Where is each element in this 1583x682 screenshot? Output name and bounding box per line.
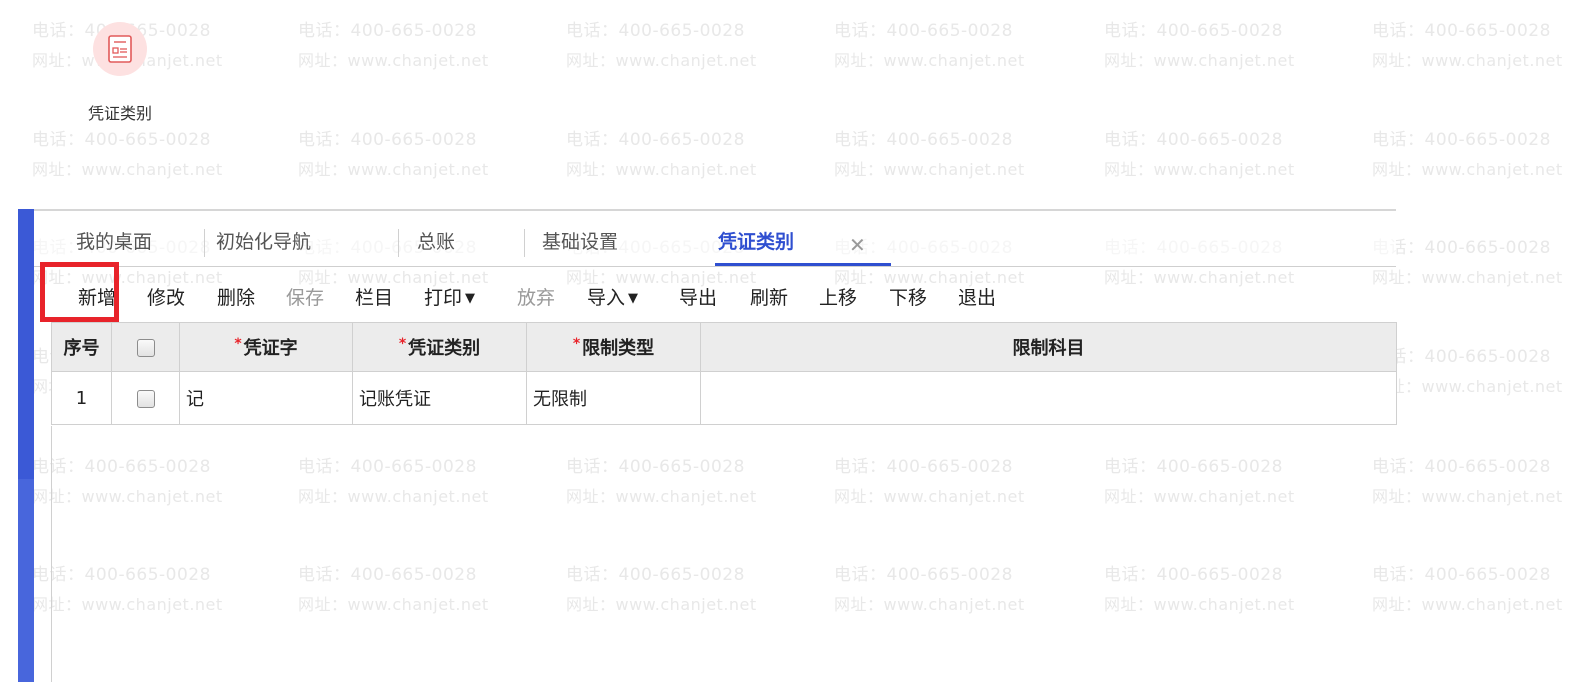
columns-button[interactable]: 栏目 [355, 266, 393, 328]
tab-basic-settings[interactable]: 基础设置 [542, 211, 618, 266]
watermark: 电话：400-665-0028网址：www.chanjet.net [1372, 238, 1563, 287]
watermark: 电话：400-665-0028网址：www.chanjet.net [834, 21, 1025, 70]
column-header-select [111, 322, 180, 372]
cell-select [111, 371, 180, 425]
toolbar: 新增 修改 删除 保存 栏目 打印 ▼ 放弃 导入 ▼ 导出 刷新 上移 下移 退出 [34, 266, 1396, 328]
watermark: 电话：400-665-0028网址：www.chanjet.net [1372, 457, 1563, 506]
app-window: 我的桌面 初始化导航 总账 基础设置 凭证类别 ✕ 新增 修改 删除 保存 栏目… [18, 209, 1397, 682]
watermark: 电话：400-665-0028网址：www.chanjet.net [566, 21, 757, 70]
chevron-down-icon: ▼ [465, 291, 476, 306]
cell-restrict-subject[interactable] [700, 371, 1397, 425]
refresh-button[interactable]: 刷新 [750, 266, 788, 328]
tab-bar: 我的桌面 初始化导航 总账 基础设置 凭证类别 ✕ [34, 211, 1396, 267]
tab-my-desktop[interactable]: 我的桌面 [76, 211, 152, 266]
select-all-checkbox[interactable] [136, 338, 155, 357]
export-button[interactable]: 导出 [679, 266, 717, 328]
import-button[interactable]: 导入 ▼ [587, 266, 638, 328]
watermark: 电话：400-665-0028网址：www.chanjet.net [1372, 130, 1563, 179]
cell-seq: 1 [51, 371, 112, 425]
edit-button[interactable]: 修改 [147, 266, 185, 328]
chevron-down-icon: ▼ [628, 291, 639, 306]
column-header-seq: 序号 [51, 322, 112, 372]
watermark: 电话：400-665-0028网址：www.chanjet.net [1372, 21, 1563, 70]
tab-divider [204, 229, 205, 257]
tab-init-navigation[interactable]: 初始化导航 [216, 211, 311, 266]
column-header-restrict-type[interactable]: * 限制类型 [526, 322, 701, 372]
watermark: 电话：400-665-0028网址：www.chanjet.net [1372, 565, 1563, 614]
watermark: 电话：400-665-0028网址：www.chanjet.net [1104, 21, 1295, 70]
table-row[interactable]: 1 记 记账凭证 无限制 [51, 371, 1397, 425]
delete-button[interactable]: 删除 [217, 266, 255, 328]
print-button[interactable]: 打印 ▼ [424, 266, 475, 328]
desktop-shortcut-voucher-type[interactable]: 凭证类别 [64, 22, 176, 124]
cell-voucher-type[interactable]: 记账凭证 [352, 371, 527, 425]
cell-restrict-type[interactable]: 无限制 [526, 371, 701, 425]
required-marker: * [398, 336, 407, 352]
watermark: 电话：400-665-0028网址：www.chanjet.net [1372, 347, 1563, 396]
column-header-restrict-subject[interactable]: 限制科目 [700, 322, 1397, 372]
grid-left-border [51, 426, 52, 682]
watermark: 电话：400-665-0028网址：www.chanjet.net [298, 130, 489, 179]
save-button[interactable]: 保存 [286, 266, 324, 328]
cell-voucher-char[interactable]: 记 [179, 371, 353, 425]
tab-divider [398, 229, 399, 257]
watermark: 电话：400-665-0028网址：www.chanjet.net [32, 130, 223, 179]
required-marker: * [234, 336, 242, 352]
tab-divider [524, 229, 525, 257]
discard-button[interactable]: 放弃 [517, 266, 555, 328]
import-label: 导入 [587, 287, 626, 309]
print-label: 打印 [424, 287, 463, 309]
desktop-shortcut-label: 凭证类别 [87, 104, 152, 123]
required-marker: * [572, 336, 581, 352]
exit-button[interactable]: 退出 [958, 266, 996, 328]
left-nav-bar [18, 209, 34, 682]
move-up-button[interactable]: 上移 [819, 266, 857, 328]
move-down-button[interactable]: 下移 [889, 266, 927, 328]
tab-voucher-type[interactable]: 凭证类别 [718, 211, 794, 266]
watermark: 电话：400-665-0028网址：www.chanjet.net [1104, 130, 1295, 179]
column-header-voucher-char[interactable]: * 凭证字 [179, 322, 353, 372]
column-header-voucher-type[interactable]: * 凭证类别 [352, 322, 527, 372]
watermark: 电话：400-665-0028网址：www.chanjet.net [566, 130, 757, 179]
tab-general-ledger[interactable]: 总账 [417, 211, 455, 266]
close-icon[interactable]: ✕ [849, 235, 866, 255]
row-checkbox[interactable] [136, 389, 155, 408]
grid-header-row: 序号 * 凭证字 * 凭证类别 * 限制类型 限制科目 [51, 322, 1397, 372]
voucher-type-grid: 序号 * 凭证字 * 凭证类别 * 限制类型 限制科目 1 记 记账凭证 无限制 [51, 322, 1397, 425]
voucher-icon [93, 22, 147, 76]
highlight-annotation [40, 262, 119, 322]
watermark: 电话：400-665-0028网址：www.chanjet.net [834, 130, 1025, 179]
watermark: 电话：400-665-0028网址：www.chanjet.net [298, 21, 489, 70]
